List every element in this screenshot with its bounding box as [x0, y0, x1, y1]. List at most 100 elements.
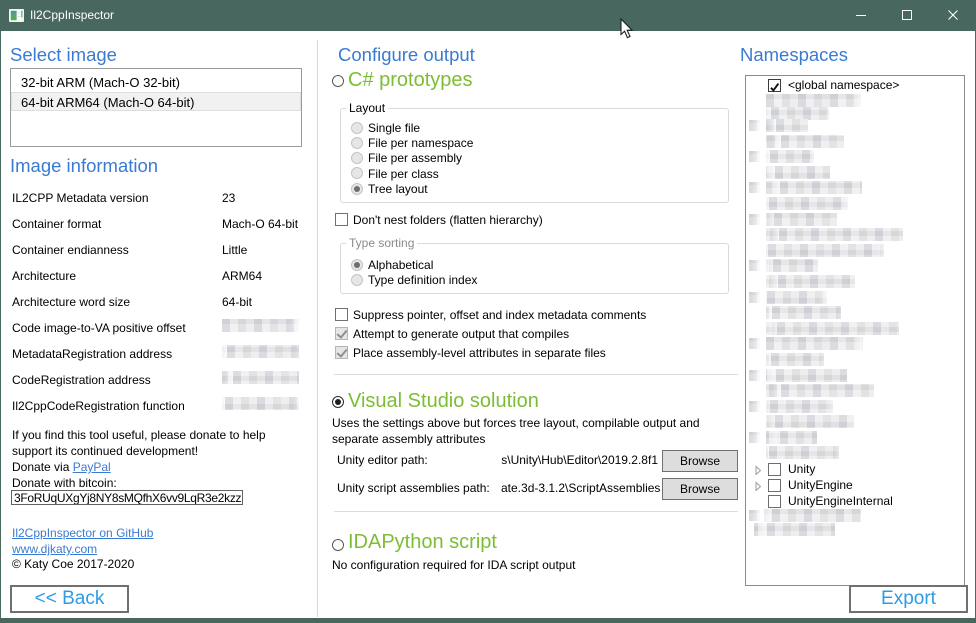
- censored-namespace-row: [766, 244, 884, 257]
- censored-namespace-row: [766, 291, 827, 304]
- csharp-radio[interactable]: [332, 75, 344, 87]
- unityengineinternal-checkbox[interactable]: [768, 495, 781, 508]
- censored-namespace-checkbox: [749, 510, 760, 521]
- unity-editor-value[interactable]: s\Unity\Hub\Editor\2019.2.8f1: [501, 453, 658, 467]
- layout-radio-1[interactable]: [351, 137, 363, 149]
- global-namespace-checkbox[interactable]: [768, 79, 781, 92]
- maximize-button[interactable]: [884, 0, 930, 31]
- censored-namespace-row: [764, 509, 861, 522]
- layout-radio-2[interactable]: [351, 152, 363, 164]
- censored-namespace-row: [766, 228, 903, 241]
- compiles-checkbox-label[interactable]: Attempt to generate output that compiles: [353, 327, 569, 341]
- unityengine-checkbox[interactable]: [768, 479, 781, 492]
- layout-option-3[interactable]: File per class: [368, 167, 439, 181]
- unityengineinternal-label[interactable]: UnityEngineInternal: [788, 494, 893, 508]
- donate-via-prefix: Donate via: [12, 460, 73, 474]
- censored-namespace-row: [766, 119, 808, 132]
- browse-editor-button[interactable]: Browse: [662, 450, 738, 472]
- flatten-checkbox[interactable]: [335, 213, 348, 226]
- minimize-button[interactable]: [838, 0, 884, 31]
- namespaces-heading: Namespaces: [740, 44, 848, 66]
- browse-script-button[interactable]: Browse: [662, 478, 738, 500]
- attributes-checkbox[interactable]: [335, 346, 348, 359]
- censored-namespace-checkbox: [749, 260, 760, 271]
- unity-script-value[interactable]: ate.3d-3.1.2\ScriptAssemblies: [501, 481, 658, 495]
- censored-namespace-row: [766, 306, 841, 319]
- csharp-option-label[interactable]: C# prototypes: [348, 69, 473, 92]
- layout-option-1[interactable]: File per namespace: [368, 136, 473, 150]
- censored-namespace-row: [766, 181, 862, 194]
- title-bar[interactable]: Il2CppInspector: [0, 0, 976, 31]
- unity-label[interactable]: Unity: [788, 462, 815, 476]
- censored-namespace-checkbox: [749, 401, 760, 412]
- global-namespace-label[interactable]: <global namespace>: [788, 78, 899, 92]
- suppress-checkbox-label[interactable]: Suppress pointer, offset and index metad…: [353, 308, 646, 322]
- ida-option-label[interactable]: IDAPython script: [348, 531, 497, 554]
- paypal-link[interactable]: PayPal: [73, 460, 111, 474]
- window-title: Il2CppInspector: [30, 8, 114, 22]
- censored-namespace-row: [766, 384, 874, 397]
- censored-namespace-row: [766, 353, 824, 366]
- censored-value: [222, 319, 299, 332]
- sorting-radio-1[interactable]: [351, 274, 363, 286]
- export-button[interactable]: Export: [849, 585, 968, 613]
- layout-radio-4[interactable]: [351, 183, 363, 195]
- bitcoin-address-input[interactable]: [11, 490, 243, 505]
- back-button[interactable]: << Back: [10, 585, 129, 613]
- layout-radio-0[interactable]: [351, 122, 363, 134]
- copyright-text: © Katy Coe 2017-2020: [12, 557, 134, 571]
- layout-option-0[interactable]: Single file: [368, 121, 420, 135]
- donate-via-line: Donate via PayPal: [12, 460, 111, 474]
- suppress-checkbox[interactable]: [335, 308, 348, 321]
- website-link[interactable]: www.djkaty.com: [12, 542, 97, 556]
- ida-desc: No configuration required for IDA script…: [332, 558, 575, 572]
- unity-expander-icon[interactable]: [755, 465, 761, 475]
- ida-radio[interactable]: [332, 539, 344, 551]
- image-item-0[interactable]: 32-bit ARM (Mach-O 32-bit): [11, 73, 301, 92]
- info-label: Container format: [12, 217, 101, 231]
- censored-namespace-row: [766, 275, 855, 288]
- censored-namespace-row: [766, 369, 847, 382]
- info-label: IL2CPP Metadata version: [12, 191, 149, 205]
- info-label: Architecture word size: [12, 295, 130, 309]
- compiles-checkbox[interactable]: [335, 327, 348, 340]
- layout-option-2[interactable]: File per assembly: [368, 151, 462, 165]
- censored-namespace-row: [766, 259, 818, 272]
- layout-option-4[interactable]: Tree layout: [368, 182, 428, 196]
- image-item-1[interactable]: 64-bit ARM64 (Mach-O 64-bit): [11, 92, 301, 111]
- unityengine-label[interactable]: UnityEngine: [788, 478, 853, 492]
- close-button[interactable]: [930, 0, 976, 31]
- minimize-icon: [838, 0, 884, 31]
- censored-value: [222, 345, 299, 358]
- censored-namespace-checkbox: [749, 432, 760, 443]
- censored-namespace-row: [766, 94, 861, 107]
- column-divider: [317, 40, 318, 617]
- sorting-option-0[interactable]: Alphabetical: [368, 258, 433, 272]
- censored-namespace-checkbox: [749, 338, 760, 349]
- vs-radio[interactable]: [332, 396, 344, 408]
- censored-value: [222, 371, 299, 384]
- sorting-radio-0[interactable]: [351, 259, 363, 271]
- layout-radio-3[interactable]: [351, 167, 363, 179]
- censored-namespace-row: [766, 213, 837, 226]
- censored-namespace-row: [766, 415, 854, 428]
- unity-editor-label: Unity editor path:: [337, 453, 428, 467]
- check-icon: [769, 82, 780, 93]
- info-value: 64-bit: [222, 295, 252, 309]
- censored-namespace-row: [766, 150, 814, 163]
- attributes-checkbox-label[interactable]: Place assembly-level attributes in separ…: [353, 346, 606, 360]
- flatten-checkbox-label[interactable]: Don't nest folders (flatten hierarchy): [353, 213, 543, 227]
- info-value: Little: [222, 243, 247, 257]
- image-listbox[interactable]: 32-bit ARM (Mach-O 32-bit) 64-bit ARM64 …: [10, 68, 302, 147]
- sorting-option-1[interactable]: Type definition index: [368, 273, 477, 287]
- censored-namespace-checkbox: [749, 292, 760, 303]
- separator-2: [334, 511, 738, 512]
- censored-namespace-checkbox: [749, 370, 760, 381]
- censored-namespace-row: [766, 400, 833, 413]
- vs-option-label[interactable]: Visual Studio solution: [348, 390, 539, 413]
- mouse-cursor: [620, 18, 634, 39]
- main-content: Select image 32-bit ARM (Mach-O 32-bit) …: [1, 31, 975, 618]
- github-link[interactable]: Il2CppInspector on GitHub: [12, 526, 153, 540]
- unity-checkbox[interactable]: [768, 463, 781, 476]
- unityengine-expander-icon[interactable]: [755, 481, 761, 491]
